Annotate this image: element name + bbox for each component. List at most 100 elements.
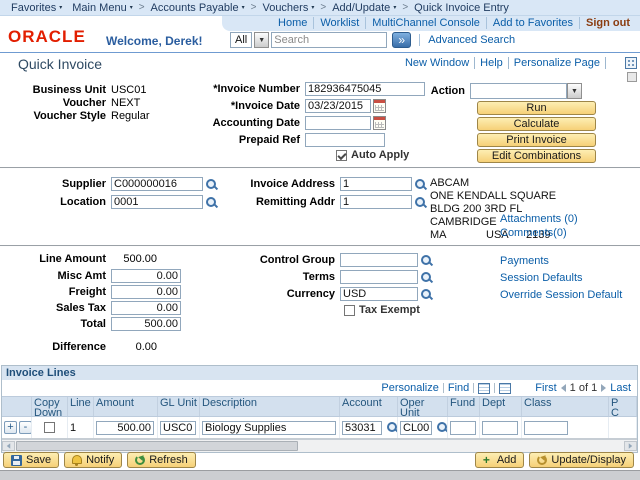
- scroll-left-button[interactable]: [2, 441, 15, 451]
- currency-label: Currency: [225, 288, 340, 300]
- notify-button[interactable]: Notify: [64, 452, 122, 468]
- invoice-date-input[interactable]: [305, 99, 371, 113]
- scroll-top-button[interactable]: [627, 72, 637, 82]
- bell-icon: [72, 455, 82, 466]
- invoice-address-row: Invoice Address: [225, 177, 427, 191]
- tax-exempt-checkbox[interactable]: [344, 305, 355, 316]
- breadcrumb-main-menu[interactable]: Main Menu▾: [67, 2, 137, 14]
- lookup-icon[interactable]: [386, 421, 398, 434]
- grid-horizontal-scrollbar[interactable]: [2, 439, 637, 452]
- previous-row-icon[interactable]: [561, 384, 566, 392]
- gl-unit-input[interactable]: [160, 421, 196, 435]
- search-scope-caret-button[interactable]: ▼: [254, 32, 269, 48]
- breadcrumb-add-update[interactable]: Add/Update▾: [327, 2, 401, 14]
- next-row-icon[interactable]: [601, 384, 606, 392]
- lookup-icon[interactable]: [420, 288, 433, 301]
- breadcrumb-vouchers[interactable]: Vouchers▾: [257, 2, 319, 14]
- worklist-link[interactable]: Worklist: [314, 17, 366, 29]
- sign-out-link[interactable]: Sign out: [580, 17, 636, 29]
- lookup-icon[interactable]: [414, 178, 427, 191]
- new-window-link[interactable]: New Window: [400, 57, 475, 69]
- page-links: New Window Help Personalize Page: [400, 57, 606, 69]
- search-go-button[interactable]: »: [392, 32, 411, 48]
- lookup-icon[interactable]: [420, 271, 433, 284]
- account-input[interactable]: [342, 421, 382, 435]
- add-button[interactable]: Add: [475, 452, 525, 468]
- prepaid-ref-input[interactable]: [305, 133, 385, 147]
- download-icon[interactable]: [499, 383, 511, 394]
- fund-input[interactable]: [450, 421, 476, 435]
- lookup-icon[interactable]: [436, 421, 448, 434]
- accounting-date-input[interactable]: [305, 116, 371, 130]
- update-display-button[interactable]: Update/Display: [529, 452, 634, 468]
- delete-row-button[interactable]: -: [19, 421, 32, 434]
- scrollbar-thumb[interactable]: [16, 441, 298, 451]
- payments-link[interactable]: Payments: [500, 255, 549, 267]
- session-defaults-link[interactable]: Session Defaults: [500, 272, 583, 284]
- terms-input[interactable]: [340, 270, 418, 284]
- refresh-button[interactable]: Refresh: [127, 452, 196, 468]
- search-scope-select[interactable]: All: [230, 32, 252, 48]
- add-row-button[interactable]: +: [4, 421, 17, 434]
- action-select[interactable]: [470, 83, 567, 99]
- page-properties-icon[interactable]: [625, 57, 637, 69]
- add-to-favorites-link[interactable]: Add to Favorites: [487, 17, 580, 29]
- first-link[interactable]: First: [535, 382, 556, 394]
- comments-link[interactable]: Comments(0): [500, 227, 567, 239]
- location-input[interactable]: [111, 195, 203, 209]
- oper-unit-input[interactable]: [400, 421, 432, 435]
- detach-grid-icon[interactable]: [478, 383, 490, 394]
- save-button[interactable]: Save: [3, 452, 59, 468]
- override-session-default-link[interactable]: Override Session Default: [500, 289, 622, 301]
- calculate-button[interactable]: Calculate: [477, 117, 596, 131]
- currency-input[interactable]: [340, 287, 418, 301]
- invoice-address-input[interactable]: [340, 177, 412, 191]
- breadcrumb-quick-invoice-entry[interactable]: Quick Invoice Entry: [409, 2, 514, 14]
- total-input[interactable]: [111, 317, 181, 331]
- tax-exempt-label: Tax Exempt: [359, 304, 420, 316]
- breadcrumb-favorites[interactable]: Favorites▾: [6, 2, 67, 14]
- auto-apply-checkbox[interactable]: [336, 150, 347, 161]
- dept-input[interactable]: [482, 421, 518, 435]
- attachments-link[interactable]: Attachments (0): [500, 213, 578, 225]
- personalize-link[interactable]: Personalize: [381, 382, 438, 394]
- sales-tax-input[interactable]: [111, 301, 181, 315]
- description-input[interactable]: [202, 421, 336, 435]
- lookup-icon[interactable]: [414, 196, 427, 209]
- remitting-addr-input[interactable]: [340, 195, 412, 209]
- lookup-icon[interactable]: [205, 196, 218, 209]
- copy-down-checkbox[interactable]: [44, 422, 55, 433]
- amount-input[interactable]: [96, 421, 154, 435]
- edit-combinations-button[interactable]: Edit Combinations: [477, 149, 596, 163]
- plus-icon: [483, 455, 493, 465]
- lookup-icon[interactable]: [205, 178, 218, 191]
- misc-amt-input[interactable]: [111, 269, 181, 283]
- supplier-label: Supplier: [16, 178, 111, 190]
- refresh-label: Refresh: [149, 454, 188, 466]
- calendar-icon[interactable]: [373, 116, 386, 130]
- address-line1: ONE KENDALL SQUARE: [430, 190, 556, 203]
- run-button[interactable]: Run: [477, 101, 596, 115]
- help-link[interactable]: Help: [475, 57, 509, 69]
- calendar-icon[interactable]: [373, 99, 386, 113]
- breadcrumb-accounts-payable[interactable]: Accounts Payable▾: [146, 2, 250, 14]
- search-input[interactable]: [271, 32, 387, 48]
- personalize-page-link[interactable]: Personalize Page: [509, 57, 606, 69]
- action-caret-button[interactable]: ▼: [567, 83, 582, 99]
- invoice-number-input[interactable]: [305, 82, 425, 96]
- lookup-icon[interactable]: [420, 254, 433, 267]
- action-buttons: Run Calculate Print Invoice Edit Combina…: [477, 101, 596, 165]
- find-link[interactable]: Find: [448, 382, 469, 394]
- control-group-input[interactable]: [340, 253, 418, 267]
- print-invoice-button[interactable]: Print Invoice: [477, 133, 596, 147]
- advanced-search-link[interactable]: Advanced Search: [428, 34, 515, 46]
- scroll-right-button[interactable]: [624, 441, 637, 451]
- freight-input[interactable]: [111, 285, 181, 299]
- supplier-input[interactable]: [111, 177, 203, 191]
- grid-title: Invoice Lines: [6, 367, 76, 379]
- home-link[interactable]: Home: [272, 17, 314, 29]
- last-link[interactable]: Last: [610, 382, 631, 394]
- class-input[interactable]: [524, 421, 568, 435]
- invoice-date-row: *Invoice Date: [193, 99, 386, 113]
- multichannel-console-link[interactable]: MultiChannel Console: [366, 17, 487, 29]
